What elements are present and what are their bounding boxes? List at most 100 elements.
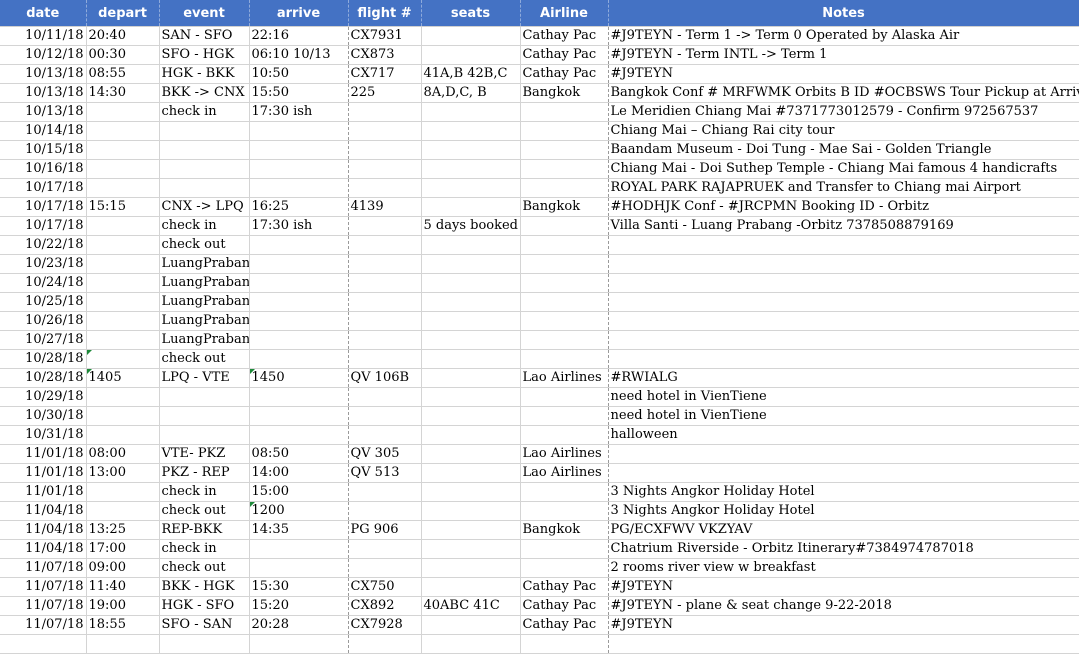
cell-flight[interactable]: 225 xyxy=(348,83,422,103)
cell-date[interactable]: 11/07/18 xyxy=(0,596,87,616)
cell-arrive[interactable] xyxy=(249,121,349,141)
cell-date[interactable]: 11/04/18 xyxy=(0,501,87,521)
cell-event[interactable] xyxy=(159,634,250,654)
cell-event[interactable]: check in xyxy=(159,216,250,236)
cell-event[interactable] xyxy=(159,425,250,445)
cell-arrive[interactable]: 16:25 xyxy=(249,197,349,217)
cell-depart[interactable]: 20:40 xyxy=(86,26,160,46)
cell-seats[interactable] xyxy=(421,140,521,160)
cell-flight[interactable] xyxy=(348,482,422,502)
cell-airline[interactable] xyxy=(520,311,609,331)
cell-date[interactable]: 10/28/18 xyxy=(0,368,87,388)
cell-date[interactable]: 10/11/18 xyxy=(0,26,87,46)
cell-depart[interactable] xyxy=(86,216,160,236)
cell-airline[interactable]: Cathay Pac xyxy=(520,26,609,46)
cell-event[interactable]: SFO - HGK xyxy=(159,45,250,65)
cell-notes[interactable]: Chiang Mai – Chiang Rai city tour xyxy=(608,121,1079,141)
cell-arrive[interactable]: 20:28 xyxy=(249,615,349,635)
cell-event[interactable]: REP-BKK xyxy=(159,520,250,540)
cell-depart[interactable]: 09:00 xyxy=(86,558,160,578)
cell-flight[interactable]: CX892 xyxy=(348,596,422,616)
cell-date[interactable]: 10/13/18 xyxy=(0,102,87,122)
cell-seats[interactable] xyxy=(421,558,521,578)
cell-arrive[interactable] xyxy=(249,425,349,445)
cell-depart[interactable]: 13:25 xyxy=(86,520,160,540)
cell-seats[interactable]: 40ABC 41C xyxy=(421,596,521,616)
cell-airline[interactable]: Lao Airlines xyxy=(520,368,609,388)
cell-seats[interactable]: 8A,D,C, B xyxy=(421,83,521,103)
cell-arrive[interactable]: 17:30 ish xyxy=(249,102,349,122)
cell-airline[interactable]: Bangkok xyxy=(520,520,609,540)
cell-flight[interactable] xyxy=(348,387,422,407)
cell-depart[interactable]: 18:55 xyxy=(86,615,160,635)
cell-depart[interactable] xyxy=(86,159,160,179)
cell-notes[interactable] xyxy=(608,273,1079,293)
cell-event[interactable]: check out xyxy=(159,558,250,578)
cell-airline[interactable] xyxy=(520,539,609,559)
cell-seats[interactable] xyxy=(421,178,521,198)
cell-arrive[interactable]: 06:10 10/13 xyxy=(249,45,349,65)
cell-notes[interactable]: #J9TEYN - Term INTL -> Term 1 xyxy=(608,45,1079,65)
cell-airline[interactable] xyxy=(520,634,609,654)
cell-notes[interactable] xyxy=(608,235,1079,255)
cell-arrive[interactable]: 08:50 xyxy=(249,444,349,464)
cell-depart[interactable]: 08:55 xyxy=(86,64,160,84)
cell-event[interactable] xyxy=(159,140,250,160)
cell-depart[interactable]: 00:30 xyxy=(86,45,160,65)
cell-depart[interactable]: 11:40 xyxy=(86,577,160,597)
cell-flight[interactable] xyxy=(348,349,422,369)
cell-airline[interactable]: Cathay Pac xyxy=(520,615,609,635)
cell-seats[interactable] xyxy=(421,425,521,445)
cell-arrive[interactable]: 10:50 xyxy=(249,64,349,84)
cell-arrive[interactable] xyxy=(249,349,349,369)
cell-date[interactable]: 10/28/18 xyxy=(0,349,87,369)
header-notes[interactable]: Notes xyxy=(608,0,1079,27)
cell-arrive[interactable] xyxy=(249,558,349,578)
cell-date[interactable]: 11/07/18 xyxy=(0,577,87,597)
cell-arrive[interactable] xyxy=(249,311,349,331)
header-event[interactable]: event xyxy=(159,0,250,27)
header-depart[interactable]: depart xyxy=(86,0,160,27)
cell-flight[interactable]: CX750 xyxy=(348,577,422,597)
cell-date[interactable]: 11/04/18 xyxy=(0,520,87,540)
cell-seats[interactable] xyxy=(421,349,521,369)
cell-airline[interactable] xyxy=(520,330,609,350)
cell-flight[interactable]: CX717 xyxy=(348,64,422,84)
cell-notes[interactable] xyxy=(608,292,1079,312)
cell-event[interactable] xyxy=(159,121,250,141)
cell-depart[interactable]: 1405 xyxy=(86,368,160,388)
cell-airline[interactable] xyxy=(520,216,609,236)
cell-arrive[interactable] xyxy=(249,178,349,198)
cell-event[interactable] xyxy=(159,387,250,407)
cell-seats[interactable] xyxy=(421,444,521,464)
cell-date[interactable]: 10/29/18 xyxy=(0,387,87,407)
cell-flight[interactable]: QV 106B xyxy=(348,368,422,388)
cell-date[interactable]: 10/22/18 xyxy=(0,235,87,255)
cell-seats[interactable]: 41A,B 42B,C xyxy=(421,64,521,84)
cell-depart[interactable]: 17:00 xyxy=(86,539,160,559)
cell-event[interactable] xyxy=(159,178,250,198)
cell-seats[interactable] xyxy=(421,235,521,255)
cell-event[interactable]: SAN - SFO xyxy=(159,26,250,46)
cell-event[interactable]: BKK -> CNX xyxy=(159,83,250,103)
cell-event[interactable] xyxy=(159,406,250,426)
cell-notes[interactable]: Villa Santi - Luang Prabang -Orbitz 7378… xyxy=(608,216,1079,236)
cell-seats[interactable] xyxy=(421,482,521,502)
cell-event[interactable]: check out xyxy=(159,349,250,369)
cell-airline[interactable] xyxy=(520,273,609,293)
header-flight[interactable]: flight # xyxy=(348,0,422,27)
cell-date[interactable]: 11/01/18 xyxy=(0,463,87,483)
cell-event[interactable]: check in xyxy=(159,539,250,559)
cell-notes[interactable]: #J9TEYN xyxy=(608,64,1079,84)
cell-date[interactable] xyxy=(0,634,87,654)
cell-seats[interactable] xyxy=(421,387,521,407)
cell-flight[interactable] xyxy=(348,254,422,274)
cell-flight[interactable] xyxy=(348,406,422,426)
cell-arrive[interactable] xyxy=(249,539,349,559)
cell-depart[interactable] xyxy=(86,140,160,160)
cell-seats[interactable] xyxy=(421,121,521,141)
cell-flight[interactable] xyxy=(348,102,422,122)
cell-depart[interactable]: 08:00 xyxy=(86,444,160,464)
cell-notes[interactable] xyxy=(608,254,1079,274)
cell-airline[interactable] xyxy=(520,558,609,578)
